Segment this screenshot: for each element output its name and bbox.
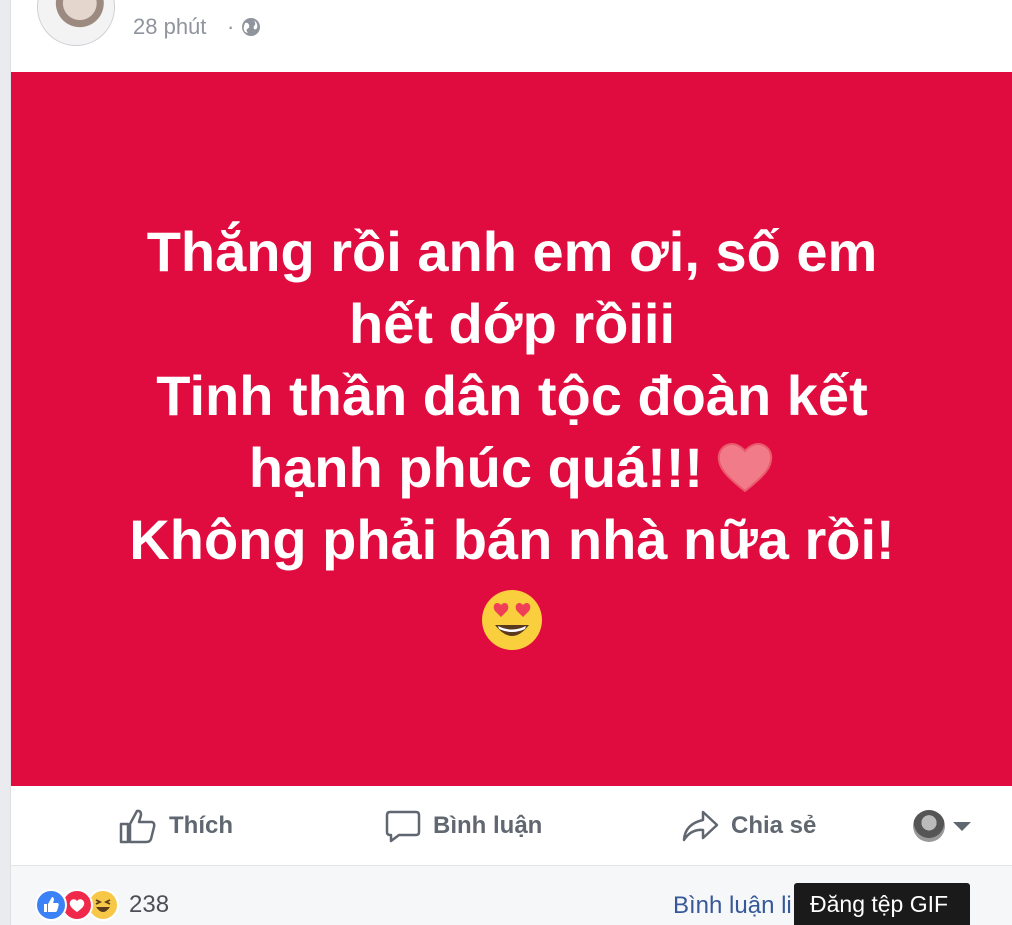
- comment-icon: [385, 810, 421, 843]
- post-line: hết dớp rồiii: [348, 292, 676, 355]
- author-avatar[interactable]: [37, 0, 115, 46]
- reaction-count: 238: [129, 891, 170, 918]
- thumbs-up-icon: [119, 809, 156, 844]
- post-banner: Thắng rồi anh em ơi, số em hết dớp rồiii…: [11, 72, 1012, 786]
- post-actions: Thích Bình luận Chia sẻ: [11, 786, 1012, 866]
- reaction-summary[interactable]: 238: [35, 888, 169, 922]
- share-arrow-icon: [682, 810, 719, 842]
- post-line: Không phải bán nhà nữa rồi!: [129, 508, 895, 571]
- share-label: Chia sẻ: [731, 812, 817, 839]
- comment-button[interactable]: Bình luận: [385, 808, 542, 844]
- post-line: Tinh thần dân tộc đoàn kết: [156, 364, 868, 427]
- comment-label: Bình luận: [433, 812, 543, 839]
- chevron-down-icon[interactable]: [953, 822, 971, 831]
- like-button[interactable]: Thích: [119, 808, 233, 844]
- heart-eyes-emoji-icon: [482, 590, 542, 651]
- viewer-avatar[interactable]: [913, 810, 945, 842]
- like-reaction-icon: [35, 889, 67, 921]
- post-line: Thắng rồi anh em ơi, số em: [146, 220, 878, 283]
- post-timestamp[interactable]: 28 phút: [133, 14, 206, 40]
- gif-tooltip: Đăng tệp GIF: [794, 883, 970, 925]
- separator-dot: ·: [227, 14, 235, 39]
- like-label: Thích: [169, 812, 233, 839]
- post-header: 28 phút ·: [11, 0, 1012, 72]
- globe-icon[interactable]: [241, 17, 261, 37]
- share-button[interactable]: Chia sẻ: [681, 808, 816, 844]
- comments-link[interactable]: Bình luận li: [673, 892, 792, 920]
- post-text: Thắng rồi anh em ơi, số em hết dớp rồiii…: [11, 216, 1012, 651]
- post-line-emoji: [11, 576, 1012, 651]
- heart-emoji-icon: [717, 443, 773, 493]
- post-line-with-heart: hạnh phúc quá!!!: [11, 432, 1012, 504]
- post-card: 28 phút · Thắng rồi anh em ơi, số em hết…: [10, 0, 1012, 925]
- post-line: hạnh phúc quá!!!: [248, 436, 704, 499]
